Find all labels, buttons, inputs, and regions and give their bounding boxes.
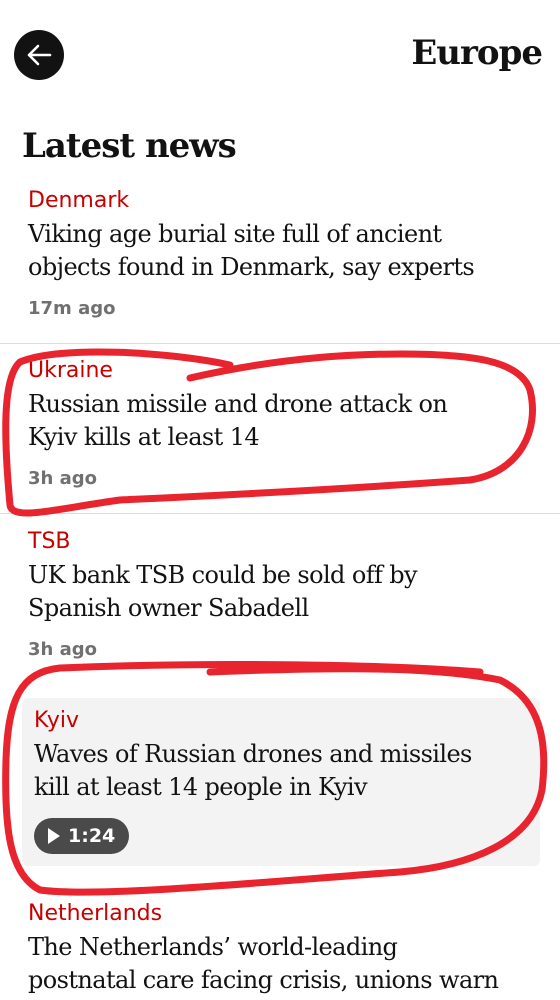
top-bar: Europe (0, 0, 560, 110)
headline-line: Kyiv kills at least 14 (28, 423, 260, 451)
timestamp: 3h ago (28, 639, 98, 660)
headline-line: objects found in Denmark, say experts (28, 253, 475, 281)
kicker: TSB (28, 529, 71, 554)
headline-line: Russian missile and drone attack on (28, 390, 448, 418)
page-title: Europe (411, 33, 543, 73)
video-duration: 1:24 (68, 825, 116, 847)
headline-line: UK bank TSB could be sold off by (28, 561, 418, 589)
headline-line: Spanish owner Sabadell (28, 594, 309, 622)
headline-line: Viking age burial site full of ancient (28, 220, 442, 248)
kicker: Denmark (28, 188, 130, 213)
kicker: Netherlands (28, 901, 163, 926)
headline: UK bank TSB could be sold off by Spanish… (28, 559, 538, 625)
headline-line: postnatal care facing crisis, unions war… (28, 966, 499, 994)
news-item-denmark[interactable]: Denmark Viking age burial site full of a… (28, 186, 538, 319)
kicker: Kyiv (34, 708, 79, 733)
headline-line: kill at least 14 people in Kyiv (34, 773, 368, 801)
headline: Waves of Russian drones and missiles kil… (34, 738, 540, 804)
arrow-left-icon (27, 44, 52, 66)
divider (0, 343, 560, 344)
kicker: Ukraine (28, 358, 113, 383)
play-icon (48, 828, 60, 844)
headline-line: Waves of Russian drones and missiles (34, 740, 472, 768)
headline-line: The Netherlands’ world-leading (28, 933, 398, 961)
news-item-ukraine[interactable]: Ukraine Russian missile and drone attack… (28, 356, 538, 489)
divider (0, 513, 560, 514)
headline: Viking age burial site full of ancient o… (28, 218, 538, 284)
latest-news-heading: Latest news (22, 126, 237, 166)
news-item-netherlands[interactable]: Netherlands The Netherlands’ world-leadi… (28, 899, 538, 997)
video-play-button[interactable]: 1:24 (34, 818, 130, 854)
video-card-kyiv[interactable]: Kyiv Waves of Russian drones and missile… (22, 698, 540, 866)
headline: The Netherlands’ world-leading postnatal… (28, 931, 538, 997)
timestamp: 3h ago (28, 468, 98, 489)
timestamp: 17m ago (28, 298, 116, 319)
news-item-tsb[interactable]: TSB UK bank TSB could be sold off by Spa… (28, 527, 538, 660)
back-button[interactable] (14, 30, 64, 80)
headline: Russian missile and drone attack on Kyiv… (28, 388, 538, 454)
